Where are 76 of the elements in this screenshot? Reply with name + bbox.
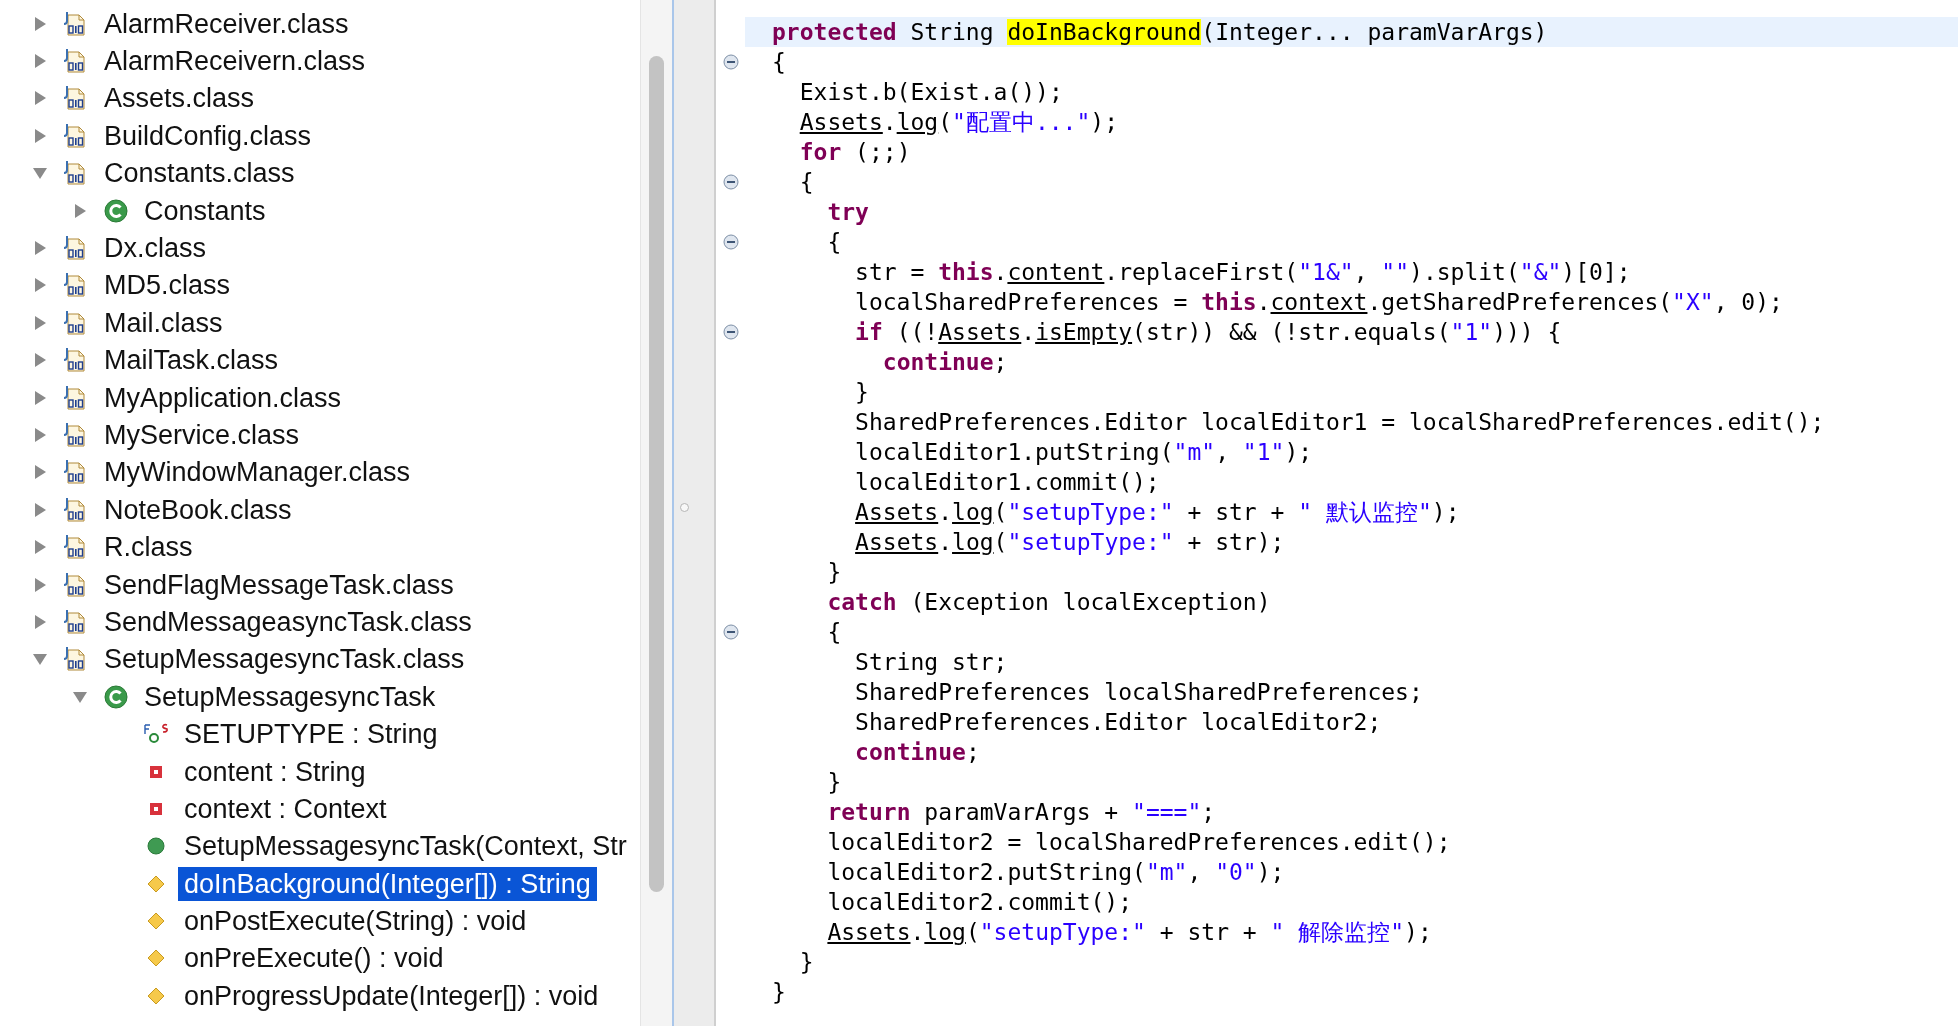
class-icon [103, 197, 129, 224]
method-icon [147, 874, 165, 893]
fold-collapse-icon[interactable] [722, 624, 739, 640]
code-line: } [826, 558, 843, 587]
static-field-icon [143, 723, 169, 746]
tree-item[interactable]: Constants.class [98, 156, 301, 191]
tree-item[interactable]: Dx.class [98, 231, 212, 266]
code-line: return paramVarArgs + "==="; [826, 798, 1217, 827]
tree-item[interactable]: AlarmReceivern.class [98, 44, 372, 79]
code-line: SharedPreferences localSharedPreferences; [854, 678, 1424, 707]
private-field-icon [149, 801, 163, 816]
tree-item[interactable]: Constants [138, 193, 272, 228]
code-line: localEditor2.putString("m", "0"); [826, 858, 1286, 887]
code-line: { [826, 618, 843, 647]
tree-item[interactable]: AlarmReceiver.class [98, 6, 355, 41]
code-line: if ((!Assets.isEmpty(str)) && (!str.equals("1"))) { [854, 318, 1563, 347]
code-line: Assets.log("setupType:" + str + " 解除监控"); [826, 918, 1433, 947]
tree-item[interactable]: R.class [98, 530, 199, 565]
code-line: SharedPreferences.Editor localEditor2; [854, 708, 1383, 737]
tree-item[interactable]: doInBackground(Integer[]) : String [178, 866, 597, 901]
code-line: Exist.b(Exist.a()); [798, 78, 1064, 107]
code-line: SharedPreferences.Editor localEditor1 = localSharedPreferences.edit(); [854, 408, 1826, 437]
tree-item[interactable]: SetupMessagesyncTask.class [98, 642, 471, 677]
tree-item[interactable]: onPreExecute() : void [178, 941, 450, 976]
tree-item[interactable]: SendMessageasyncTask.class [98, 604, 478, 639]
tree-item[interactable]: SetupMessagesyncTask [138, 679, 442, 714]
code-line: continue; [854, 738, 981, 767]
tree-item[interactable]: MD5.class [98, 268, 237, 303]
code-line: Assets.log("setupType:" + str); [854, 528, 1286, 557]
method-icon [147, 912, 165, 931]
code-line: Assets.log("配置中..."); [798, 108, 1119, 137]
fold-collapse-icon[interactable] [722, 234, 739, 250]
private-field-icon [149, 764, 163, 779]
code-line: localEditor1.putString("m", "1"); [854, 438, 1314, 467]
fold-collapse-icon[interactable] [722, 54, 739, 70]
method-icon [147, 986, 165, 1005]
code-line: localEditor2.commit(); [826, 888, 1134, 917]
tree-item[interactable]: onPostExecute(String) : void [178, 904, 533, 939]
code-line: try [826, 198, 870, 227]
code-line: } [854, 378, 870, 407]
tree-item[interactable]: SETUPTYPE : String [178, 717, 444, 752]
code-line: localEditor1.commit(); [854, 468, 1161, 497]
tree-item[interactable]: onProgressUpdate(Integer[]) : void [178, 978, 605, 1013]
code-line: } [826, 768, 843, 797]
tree-item[interactable]: MyApplication.class [98, 380, 348, 415]
tree-item[interactable]: Mail.class [98, 305, 229, 340]
tree-item[interactable]: SetupMessagesyncTask(Context, Str [178, 829, 633, 864]
code-line: localEditor2 = localSharedPreferences.edit(); [826, 828, 1452, 857]
code-line: String str; [854, 648, 1009, 677]
method-icon [147, 949, 165, 968]
code-line: } [798, 948, 815, 977]
fold-collapse-icon[interactable] [722, 174, 739, 190]
tree-item[interactable]: Assets.class [98, 81, 261, 116]
tree-item[interactable]: NoteBook.class [98, 492, 298, 527]
fold-collapse-icon[interactable] [722, 324, 739, 340]
code-line: { [798, 168, 815, 197]
constructor-icon [147, 837, 165, 856]
code-line: Assets.log("setupType:" + str + " 默认监控"); [854, 498, 1461, 527]
code-line: str = this.content.replaceFirst("1&", "").split("&")[0]; [854, 258, 1632, 287]
code-line: { [826, 228, 843, 257]
tree-item[interactable]: MyService.class [98, 418, 306, 452]
tree-item[interactable]: MailTask.class [98, 343, 285, 378]
scrollbar-thumb[interactable] [649, 56, 664, 892]
tree-item[interactable]: content : String [178, 754, 372, 789]
tree-item[interactable]: SendFlagMessageTask.class [98, 567, 460, 602]
code-line: { [771, 48, 787, 77]
code-line: localSharedPreferences = this.context.getSharedPreferences("X", 0); [854, 288, 1784, 317]
code-line: } [771, 978, 787, 1007]
code-line: catch (Exception localException) [826, 588, 1272, 617]
splitter-handle-icon[interactable] [680, 502, 689, 512]
tree-item[interactable]: MyWindowManager.class [98, 455, 417, 490]
class-icon [103, 683, 129, 710]
tree-item[interactable]: BuildConfig.class [98, 118, 318, 153]
tree-item[interactable]: context : Context [178, 791, 393, 826]
code-line: for (;;) [798, 138, 912, 167]
code-line: continue; [881, 348, 1009, 377]
